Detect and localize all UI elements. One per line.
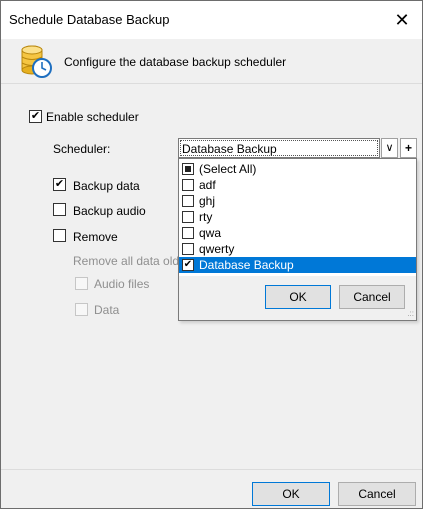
header-description: Configure the database backup scheduler [64, 55, 287, 69]
list-item-checkbox[interactable] [182, 243, 194, 255]
list-item[interactable]: adf [179, 177, 416, 193]
list-item-checkbox[interactable]: ✔ [182, 259, 194, 271]
dialog-footer: OK Cancel [1, 469, 422, 508]
remove-label: Remove [73, 230, 118, 244]
list-item[interactable]: rty [179, 209, 416, 225]
chevron-down-icon[interactable]: ∨ [381, 138, 398, 158]
ok-button[interactable]: OK [252, 482, 330, 506]
resize-grip-icon[interactable]: .:: [407, 309, 414, 318]
list-item-label: adf [199, 178, 216, 192]
backup-data-checkbox[interactable]: ✔ [53, 178, 66, 191]
list-item[interactable]: qwa [179, 225, 416, 241]
list-item-label: qwa [199, 226, 222, 240]
cancel-button[interactable]: Cancel [338, 482, 416, 506]
list-item-label: qwerty [199, 242, 235, 256]
list-item-checkbox[interactable] [182, 227, 194, 239]
schedule-backup-dialog: Schedule Database Backup ✕ Configure the… [0, 0, 423, 509]
list-item-select-all[interactable]: (Select All) [179, 161, 416, 177]
backup-audio-checkbox[interactable] [53, 203, 66, 216]
popup-cancel-button[interactable]: Cancel [339, 285, 405, 309]
title-bar: Schedule Database Backup ✕ [1, 1, 422, 39]
data-label: Data [94, 303, 120, 317]
list-item-selected[interactable]: ✔ Database Backup [179, 257, 416, 273]
scheduler-list: (Select All) adf ghj rty qwa qwerty ✔ Da… [179, 161, 416, 273]
audio-files-checkbox [75, 277, 88, 290]
backup-data-label: Backup data [73, 179, 140, 193]
add-scheduler-button[interactable]: + [400, 138, 417, 158]
scheduler-label: Scheduler: [53, 142, 111, 156]
list-item-checkbox[interactable] [182, 195, 194, 207]
enable-scheduler-label: Enable scheduler [46, 110, 139, 124]
data-checkbox [75, 303, 88, 316]
list-item[interactable]: qwerty [179, 241, 416, 257]
list-item-checkbox[interactable] [182, 179, 194, 191]
list-item[interactable]: ghj [179, 193, 416, 209]
close-icon[interactable]: ✕ [382, 1, 422, 39]
list-item-label: rty [199, 210, 213, 224]
list-item-label: Database Backup [199, 258, 294, 272]
select-all-checkbox[interactable] [182, 163, 194, 175]
window-title: Schedule Database Backup [9, 12, 170, 27]
popup-footer: OK Cancel .:: [179, 276, 416, 320]
dialog-header: Configure the database backup scheduler [1, 39, 422, 84]
scheduler-dropdown-popup: (Select All) adf ghj rty qwa qwerty ✔ Da… [178, 158, 417, 321]
database-clock-icon [21, 45, 52, 78]
scheduler-value: Database Backup [182, 142, 277, 156]
remove-all-data-label: Remove all data olde [73, 254, 186, 268]
popup-ok-button[interactable]: OK [265, 285, 331, 309]
list-item-label: ghj [199, 194, 216, 208]
list-item-checkbox[interactable] [182, 211, 194, 223]
backup-audio-label: Backup audio [73, 204, 146, 218]
enable-scheduler-checkbox[interactable]: ✔ [29, 110, 42, 123]
scheduler-combo[interactable]: Database Backup [178, 138, 380, 158]
list-item-label: (Select All) [199, 162, 257, 176]
audio-files-label: Audio files [94, 277, 150, 291]
remove-checkbox[interactable] [53, 229, 66, 242]
